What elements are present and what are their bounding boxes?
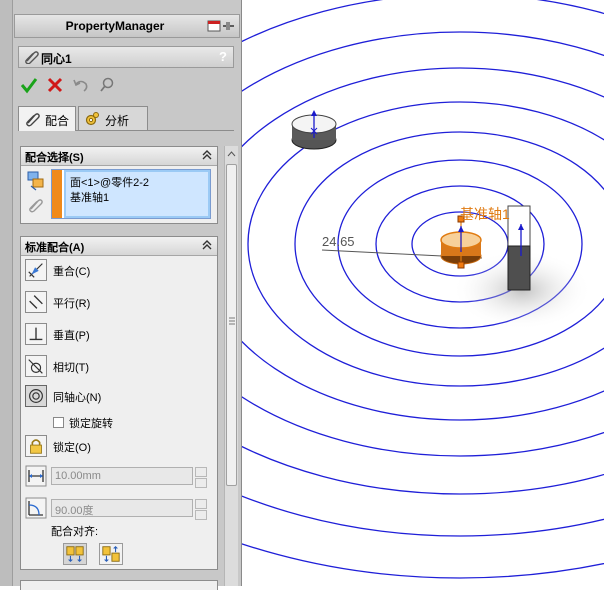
- angle-icon: [25, 497, 47, 519]
- mate-selections-title: 配合选择(S): [25, 152, 84, 164]
- mate-selection-list[interactable]: 面<1>@零件2-2 基准轴1: [51, 169, 211, 219]
- mate-option-parallel[interactable]: 平行(R): [25, 291, 205, 315]
- cancel-x-icon[interactable]: [46, 76, 64, 94]
- collapse-chevron-icon[interactable]: [201, 239, 213, 251]
- panel-scrollbar[interactable]: [224, 146, 238, 586]
- part-cylinder-small[interactable]: [291, 110, 337, 150]
- scroll-up-icon[interactable]: [227, 150, 236, 158]
- lock-rotation-checkbox[interactable]: [53, 417, 64, 428]
- spin-down[interactable]: [195, 510, 207, 520]
- concentric-icon[interactable]: [25, 385, 47, 407]
- mate-option-label: 重合(C): [53, 266, 91, 278]
- mate-option-label: 垂直(P): [53, 330, 90, 342]
- anti-aligned-icon[interactable]: [99, 543, 123, 565]
- property-manager-titlebar: PropertyManager: [14, 14, 240, 38]
- datum-axis-label[interactable]: 基准轴1: [460, 204, 510, 224]
- panel-left-strip: [0, 0, 13, 586]
- angle-spinner[interactable]: [195, 499, 207, 520]
- mate-selections-group: 配合选择(S) 面<1>@零件2-2 基准轴1: [20, 146, 218, 224]
- angle-input[interactable]: 90.00度: [51, 499, 193, 517]
- panel-pin-icon[interactable]: [207, 20, 235, 32]
- collapse-chevron-icon[interactable]: [201, 149, 213, 161]
- tangent-icon[interactable]: [25, 355, 47, 377]
- pushpin-icon[interactable]: [98, 76, 116, 94]
- part-block-tall[interactable]: [507, 205, 531, 291]
- lock-rotation-label: 锁定旋转: [69, 418, 113, 430]
- mate-option-perpendicular[interactable]: 垂直(P): [25, 323, 205, 347]
- aligned-icon[interactable]: [63, 543, 87, 565]
- distance-input[interactable]: 10.00mm: [51, 467, 193, 485]
- lock-icon[interactable]: [25, 435, 47, 457]
- selection-item[interactable]: 面<1>@零件2-2: [70, 174, 149, 190]
- parallel-icon[interactable]: [25, 291, 47, 313]
- distance-spinner[interactable]: [195, 467, 207, 488]
- mate-option-tangent[interactable]: 相切(T): [25, 355, 205, 379]
- mate-alignment-label: 配合对齐:: [51, 526, 99, 538]
- mate-entities-icon: [27, 171, 44, 191]
- paperclip-icon: [26, 113, 40, 127]
- mate-option-label: 同轴心(N): [53, 392, 102, 404]
- mate-selections-header[interactable]: 配合选择(S): [21, 147, 217, 166]
- standard-mates-group: 标准配合(A) 重合(C) 平行(R) 垂直(P) 相切(T) 同轴心(N) 锁…: [20, 236, 218, 570]
- feature-header: 同心1 ?: [18, 46, 234, 68]
- ok-check-icon[interactable]: [20, 76, 38, 94]
- mate-option-concentric[interactable]: 同轴心(N): [25, 385, 205, 409]
- property-manager-title: PropertyManager: [65, 19, 165, 33]
- coincident-icon[interactable]: [25, 259, 47, 281]
- tab-mates-label: 配合: [45, 114, 70, 128]
- property-manager-panel: PropertyManager 同心1 ? 配合 分析 配合选择(S) 面<1>…: [0, 0, 242, 590]
- grip-icon: [229, 317, 235, 325]
- mate-option-label: 相切(T): [53, 362, 90, 374]
- graphics-viewport[interactable]: 24.65 基准轴1: [242, 0, 604, 586]
- distance-icon: [25, 465, 47, 487]
- undo-icon[interactable]: [72, 76, 90, 94]
- tab-bar: 配合 分析: [18, 106, 234, 131]
- next-group-header: [20, 580, 218, 590]
- selection-color-stripe: [52, 170, 62, 218]
- mate-option-coincident[interactable]: 重合(C): [25, 259, 205, 283]
- standard-mates-header[interactable]: 标准配合(A): [21, 237, 217, 256]
- spin-up[interactable]: [195, 467, 207, 477]
- selection-list-body: 面<1>@零件2-2 基准轴1: [64, 170, 210, 218]
- tab-analysis[interactable]: 分析: [78, 106, 148, 130]
- selection-item[interactable]: 基准轴1: [70, 189, 109, 205]
- tab-mates[interactable]: 配合: [18, 106, 76, 131]
- perpendicular-icon[interactable]: [25, 323, 47, 345]
- gear-analysis-icon: [85, 112, 99, 126]
- dimension-label[interactable]: 24.65: [322, 234, 355, 249]
- scroll-thumb[interactable]: [226, 164, 237, 486]
- paperclip-icon: [25, 51, 39, 64]
- spin-up[interactable]: [195, 499, 207, 509]
- mate-option-label: 平行(R): [53, 298, 91, 310]
- mate-option-lock[interactable]: 锁定(O): [25, 435, 205, 459]
- feature-title: 同心1: [41, 52, 72, 66]
- standard-mates-title: 标准配合(A): [25, 242, 85, 254]
- mate-option-label: 锁定(O): [53, 442, 91, 454]
- help-button[interactable]: ?: [219, 49, 227, 64]
- spin-down[interactable]: [195, 478, 207, 488]
- concentric-preview-rings: [242, 0, 604, 579]
- paperclip-icon: [29, 199, 43, 213]
- tab-analysis-label: 分析: [105, 114, 130, 128]
